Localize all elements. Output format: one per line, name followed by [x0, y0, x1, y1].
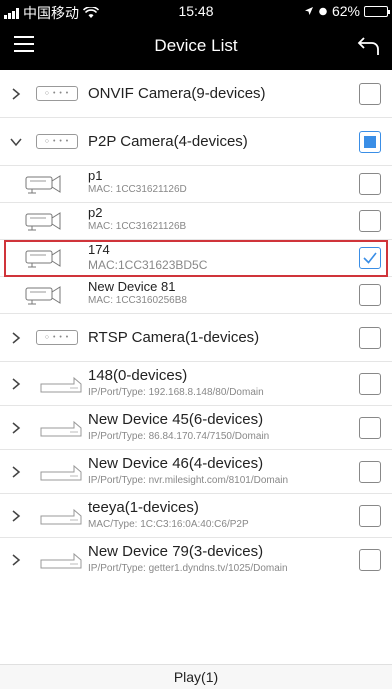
- chevron-right-icon[interactable]: [10, 422, 22, 434]
- page-title: Device List: [154, 36, 238, 55]
- device-mac: MAC: 1CC31621126B: [88, 221, 187, 232]
- nvr-row-new-device-79[interactable]: New Device 79(3-devices) IP/Port/Type: g…: [0, 538, 392, 582]
- location-icon: [304, 7, 313, 15]
- chevron-right-icon[interactable]: [10, 378, 22, 390]
- play-button[interactable]: Play(1): [0, 664, 392, 689]
- nvr-row-new-device-45[interactable]: New Device 45(6-devices) IP/Port/Type: 8…: [0, 406, 392, 450]
- status-right: 62%: [304, 3, 390, 19]
- alarm-icon: [319, 7, 327, 16]
- onvif-device-icon: ○ • • •: [36, 86, 78, 101]
- nvr-detail: IP/Port/Type: 192.168.8.148/80/Domain: [88, 387, 264, 398]
- device-checkbox[interactable]: [359, 173, 381, 195]
- nvr-detail: IP/Port/Type: nvr.milesight.com/8101/Dom…: [88, 475, 289, 486]
- nvr-checkbox[interactable]: [359, 373, 381, 395]
- device-name: p1: [88, 168, 103, 183]
- chevron-right-icon[interactable]: [10, 554, 22, 566]
- nvr-name: New Device 45(6-devices): [88, 411, 264, 428]
- nvr-name: New Device 46(4-devices): [88, 455, 264, 472]
- nvr-detail: IP/Port/Type: getter1.dyndns.tv/1025/Dom…: [88, 563, 288, 574]
- nvr-checkbox[interactable]: [359, 417, 381, 439]
- camera-icon: [25, 175, 61, 194]
- device-checkbox[interactable]: [359, 210, 381, 232]
- group-row-p2p[interactable]: ○ • • • P2P Camera(4-devices): [0, 118, 392, 166]
- nvr-icon: [40, 552, 82, 569]
- chevron-right-icon[interactable]: [10, 510, 22, 522]
- device-name: New Device 81: [88, 279, 176, 294]
- device-row-p2[interactable]: p2 MAC: 1CC31621126B: [0, 203, 392, 240]
- group-checkbox[interactable]: [359, 327, 381, 349]
- chevron-right-icon[interactable]: [10, 466, 22, 478]
- p2p-device-icon: ○ • • •: [36, 134, 78, 149]
- battery-icon: [364, 5, 390, 17]
- group-row-rtsp[interactable]: ○ • • • RTSP Camera(1-devices): [0, 314, 392, 362]
- nvr-icon: [40, 464, 82, 481]
- nvr-name: 148(0-devices): [88, 367, 188, 384]
- status-bar: 中国移动 15:48 62%: [0, 0, 392, 22]
- group-label: P2P Camera(4-devices): [88, 133, 248, 150]
- device-row-174[interactable]: 174 MAC:1CC31623BD5C: [0, 240, 392, 277]
- back-arrow-icon[interactable]: [356, 34, 382, 58]
- camera-icon: [25, 286, 61, 305]
- nvr-icon: [40, 508, 82, 525]
- nvr-checkbox[interactable]: [359, 461, 381, 483]
- device-row-new-device-81[interactable]: New Device 81 MAC: 1CC3160256B8: [0, 277, 392, 314]
- nvr-name: New Device 79(3-devices): [88, 543, 264, 560]
- nvr-detail: IP/Port/Type: 86.84.170.74/7150/Domain: [88, 431, 270, 442]
- device-mac: MAC: 1CC31621126D: [88, 184, 187, 195]
- device-mac: MAC: 1CC3160256B8: [88, 295, 187, 306]
- device-mac: MAC:1CC31623BD5C: [88, 258, 208, 272]
- nvr-row-teeya[interactable]: teeya(1-devices) MAC/Type: 1C:C3:16:0A:4…: [0, 494, 392, 538]
- nav-bar: Device List: [0, 22, 392, 70]
- nvr-checkbox[interactable]: [359, 505, 381, 527]
- nvr-name: teeya(1-devices): [88, 499, 199, 516]
- device-checkbox-checked[interactable]: [359, 247, 381, 269]
- group-checkbox[interactable]: [359, 83, 381, 105]
- nvr-icon: [40, 376, 82, 393]
- chevron-right-icon[interactable]: [10, 88, 22, 100]
- rtsp-device-icon: ○ • • •: [36, 330, 78, 345]
- nvr-row-new-device-46[interactable]: New Device 46(4-devices) IP/Port/Type: n…: [0, 450, 392, 494]
- group-checkbox-partial[interactable]: [359, 131, 381, 153]
- device-name: 174: [88, 242, 110, 257]
- device-name: p2: [88, 205, 103, 220]
- checkmark-icon: [363, 252, 377, 264]
- group-label: RTSP Camera(1-devices): [88, 329, 260, 346]
- nvr-detail: MAC/Type: 1C:C3:16:0A:40:C6/P2P: [88, 519, 249, 530]
- device-checkbox[interactable]: [359, 284, 381, 306]
- chevron-down-icon[interactable]: [10, 136, 22, 148]
- battery-percent: 62%: [331, 3, 360, 19]
- camera-icon: [25, 249, 61, 268]
- nvr-icon: [40, 420, 82, 437]
- nvr-row-148[interactable]: 148(0-devices) IP/Port/Type: 192.168.8.1…: [0, 362, 392, 406]
- device-list: ○ • • • ONVIF Camera(9-devices) ○ • • • …: [0, 70, 392, 582]
- camera-icon: [25, 212, 61, 231]
- nvr-checkbox[interactable]: [359, 549, 381, 571]
- chevron-right-icon[interactable]: [10, 332, 22, 344]
- device-row-p1[interactable]: p1 MAC: 1CC31621126D: [0, 166, 392, 203]
- group-row-onvif[interactable]: ○ • • • ONVIF Camera(9-devices): [0, 70, 392, 118]
- group-label: ONVIF Camera(9-devices): [88, 85, 266, 102]
